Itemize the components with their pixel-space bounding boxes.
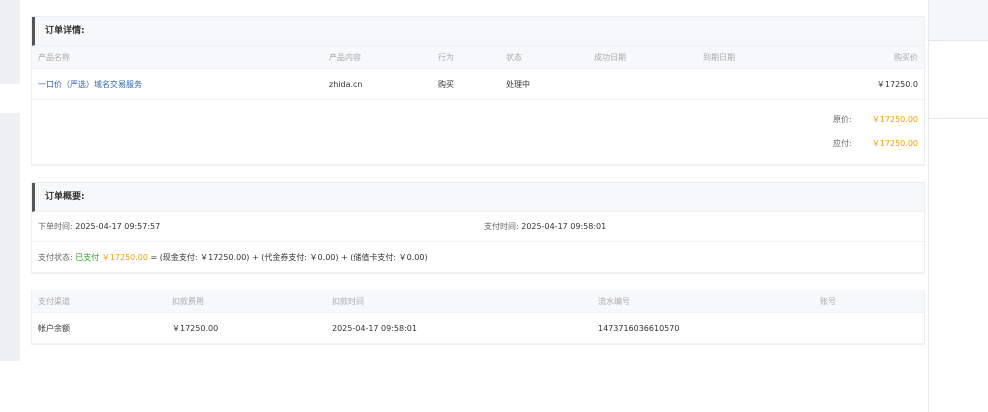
col-pay-fee: 扣款费用 xyxy=(172,296,204,306)
pay-status-field: 支付状态: 已支付 ￥17250.00 = (现金支付: ￥17250.00) … xyxy=(38,242,428,272)
col-product-content: 产品内容 xyxy=(329,52,361,62)
pay-time: 2025-04-17 09:58:01 xyxy=(332,323,417,333)
col-pay-time: 扣款时间 xyxy=(332,296,364,306)
order-details-card: 订单详情: 产品名称 产品内容 行为 状态 成功日期 到期日期 购买价 一口价（… xyxy=(31,16,925,166)
pay-time-label: 支付时间: xyxy=(484,222,519,231)
product-action: 购买 xyxy=(438,79,454,89)
product-name-link[interactable]: 一口价（严选）域名交易服务 xyxy=(38,69,142,99)
col-status: 状态 xyxy=(506,52,522,62)
right-panel xyxy=(929,0,988,412)
order-details-title: 订单详情: xyxy=(32,17,924,46)
order-time-label: 下单时间: xyxy=(38,222,73,231)
pay-time-value: 2025-04-17 09:58:01 xyxy=(521,222,607,231)
order-summary-title: 订单概要: xyxy=(32,183,924,212)
order-time-field: 下单时间: 2025-04-17 09:57:57 xyxy=(38,212,160,241)
col-pay-channel: 支付渠道 xyxy=(38,296,70,306)
right-panel-header xyxy=(929,0,988,41)
pay-serial: 1473716036610570 xyxy=(598,323,680,333)
product-content: zhida.cn xyxy=(329,79,363,89)
col-success-date: 成功日期 xyxy=(594,52,626,62)
col-serial: 流水编号 xyxy=(598,296,630,306)
pay-status-row: 支付状态: 已支付 ￥17250.00 = (现金支付: ￥17250.00) … xyxy=(32,242,924,273)
col-product-name: 产品名称 xyxy=(38,52,70,62)
payments-header-row: 支付渠道 扣款费用 扣款时间 流水编号 账号 xyxy=(32,290,924,313)
payable-label: 应付: xyxy=(833,138,852,148)
pay-status-value: 已支付 xyxy=(75,252,100,262)
order-time-row: 下单时间: 2025-04-17 09:57:57 支付时间: 2025-04-… xyxy=(32,212,924,242)
payments-table: 支付渠道 扣款费用 扣款时间 流水编号 账号 帐户余额 ￥17250.00 20… xyxy=(31,290,925,345)
pay-status-label: 支付状态: xyxy=(38,252,73,262)
product-status: 处理中 xyxy=(506,79,530,89)
payable-value: ￥17250.00 xyxy=(871,138,918,148)
pay-fee: ￥17250.00 xyxy=(172,323,219,333)
order-time-value: 2025-04-17 09:57:57 xyxy=(75,222,161,231)
col-account: 账号 xyxy=(820,296,836,306)
original-price-label: 原价: xyxy=(833,114,852,124)
right-panel-divider xyxy=(929,118,988,119)
col-price: 购买价 xyxy=(894,52,918,62)
left-sidebar-strip-bottom xyxy=(0,113,20,361)
table-row: 帐户余额 ￥17250.00 2025-04-17 09:58:01 14737… xyxy=(32,313,924,344)
col-expire-date: 到期日期 xyxy=(703,52,735,62)
product-price: ￥17250.0 xyxy=(876,79,918,89)
pay-amount: ￥17250.00 xyxy=(101,252,148,262)
order-details-header-row: 产品名称 产品内容 行为 状态 成功日期 到期日期 购买价 xyxy=(32,46,924,69)
pay-channel: 帐户余额 xyxy=(38,323,70,333)
original-price-value: ￥17250.00 xyxy=(871,114,918,124)
table-row: 一口价（严选）域名交易服务 zhida.cn 购买 处理中 ￥17250.0 xyxy=(32,69,924,100)
totals-area: 原价: ￥17250.00 应付: ￥17250.00 xyxy=(32,100,924,165)
left-sidebar-strip-top xyxy=(0,0,20,84)
pay-time-field: 支付时间: 2025-04-17 09:58:01 xyxy=(484,212,606,241)
col-action: 行为 xyxy=(438,52,454,62)
pay-breakdown: = (现金支付: ￥17250.00) + (代金券支付: ￥0.00) + (… xyxy=(150,252,428,262)
order-summary-card: 订单概要: 下单时间: 2025-04-17 09:57:57 支付时间: 20… xyxy=(31,182,925,274)
